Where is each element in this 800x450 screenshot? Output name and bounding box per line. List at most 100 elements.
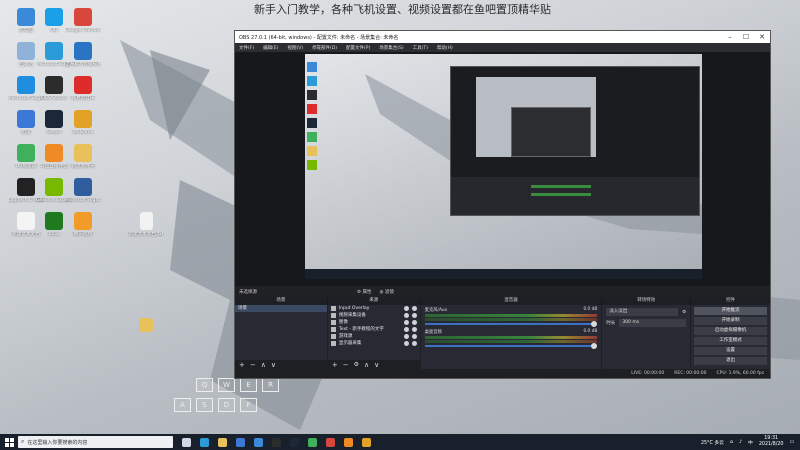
- add-icon[interactable]: +: [239, 361, 245, 369]
- menu-view[interactable]: 视图(V): [287, 45, 303, 51]
- volume-slider[interactable]: [424, 321, 598, 327]
- clock[interactable]: 19:31 2021/8/20: [759, 436, 784, 448]
- lock-icon[interactable]: [411, 334, 417, 339]
- source-label: 图像: [338, 320, 348, 325]
- gear-icon[interactable]: ⚙: [354, 361, 359, 368]
- source-item[interactable]: 视频采集设备: [328, 312, 420, 319]
- source-item[interactable]: 图像: [328, 319, 420, 326]
- taskbar-app-app4[interactable]: [357, 434, 375, 450]
- close-icon[interactable]: ✕: [754, 33, 770, 41]
- source-item[interactable]: 显示器采集: [328, 340, 420, 347]
- control-button[interactable]: 启动虚拟摄像机: [694, 327, 767, 335]
- obs-window[interactable]: OBS 27.0.1 (64-bit, windows) - 配置文件: 未命名…: [234, 30, 771, 379]
- key-overlay: E: [240, 378, 257, 392]
- visibility-icon[interactable]: [403, 327, 409, 332]
- lock-icon[interactable]: [411, 327, 417, 332]
- taskbar-app-app3[interactable]: [339, 434, 357, 450]
- weather[interactable]: 25°C 多云: [701, 439, 724, 446]
- transition-select[interactable]: 淡入淡出: [606, 308, 679, 316]
- properties-button[interactable]: ⚙ 属性: [357, 289, 371, 295]
- menu-scene-collection[interactable]: 场景集合(S): [379, 45, 403, 51]
- taskbar-app-steam[interactable]: [285, 434, 303, 450]
- source-item[interactable]: 游戏源: [328, 333, 420, 340]
- desktop-icon[interactable]: Google Chrome: [65, 8, 101, 34]
- app-icon: [74, 76, 92, 94]
- desktop-icon[interactable]: 上海聚力传媒技术: [65, 42, 101, 68]
- move-up-icon[interactable]: ∧: [364, 361, 369, 369]
- remove-icon[interactable]: −: [343, 361, 349, 369]
- obs-titlebar[interactable]: OBS 27.0.1 (64-bit, windows) - 配置文件: 未命名…: [235, 31, 770, 43]
- lock-icon[interactable]: [411, 313, 417, 318]
- obs-statusbar: LIVE: 00:00:00 REC: 00:00:00 CPU: 1.9%, …: [235, 369, 770, 378]
- input-lang[interactable]: 中: [748, 439, 753, 446]
- source-item[interactable]: Text - 新手教程的文字: [328, 326, 420, 333]
- network-icon[interactable]: ⌂: [730, 440, 733, 445]
- move-up-icon[interactable]: ∧: [261, 361, 266, 369]
- menu-file[interactable]: 文件(F): [239, 45, 254, 51]
- taskbar-app-edge[interactable]: [195, 434, 213, 450]
- app-icon: [45, 42, 63, 60]
- notification-icon[interactable]: ▭: [789, 440, 794, 445]
- control-button[interactable]: 开始录制: [694, 317, 767, 325]
- source-item[interactable]: Input Overlay: [328, 305, 420, 312]
- taskbar-app-task-view[interactable]: [177, 434, 195, 450]
- volume-icon[interactable]: ♪: [739, 440, 742, 445]
- visibility-icon[interactable]: [403, 313, 409, 318]
- taskbar-app-file-explorer[interactable]: [213, 434, 231, 450]
- control-button[interactable]: 开始推流: [694, 307, 767, 315]
- desktop-folder[interactable]: [128, 318, 164, 332]
- visibility-icon[interactable]: [403, 306, 409, 311]
- key-overlay: D: [218, 398, 235, 412]
- source-type-icon: [330, 313, 336, 318]
- control-button[interactable]: 设置: [694, 347, 767, 355]
- desktop-icon-label: WeGame: [72, 130, 94, 135]
- obs-preview[interactable]: [235, 52, 770, 305]
- transitions-header: 转场特效: [602, 297, 691, 305]
- menu-profile[interactable]: 配置文件(P): [346, 45, 370, 51]
- volume-slider[interactable]: [424, 343, 598, 349]
- desktop-icon-label: 网易云音乐: [71, 96, 95, 101]
- control-button[interactable]: 退出: [694, 357, 767, 365]
- visibility-icon[interactable]: [403, 334, 409, 339]
- maximize-icon[interactable]: ☐: [738, 33, 754, 41]
- taskbar-app-app[interactable]: [303, 434, 321, 450]
- scene-item[interactable]: 场景: [235, 305, 327, 312]
- desktop-file[interactable]: 新建文本文档.txt: [128, 212, 164, 238]
- app2-icon: [325, 437, 335, 447]
- taskbar-app-store[interactable]: [231, 434, 249, 450]
- desktop-icon[interactable]: 网易云音乐: [65, 76, 101, 102]
- filters-button[interactable]: ◍ 滤镜: [379, 289, 393, 295]
- move-down-icon[interactable]: ∨: [271, 361, 276, 369]
- preview-canvas: [305, 54, 702, 279]
- taskbar-app-app2[interactable]: [321, 434, 339, 450]
- app-icon: [17, 144, 35, 162]
- menu-help[interactable]: 帮助(H): [437, 45, 453, 51]
- menu-edit[interactable]: 编辑(E): [263, 45, 278, 51]
- windows-icon: [4, 437, 14, 447]
- move-down-icon[interactable]: ∨: [374, 361, 379, 369]
- lock-icon[interactable]: [411, 320, 417, 325]
- desktop-icon[interactable]: 新建文件夹: [65, 144, 101, 170]
- desktop-icon[interactable]: WeGame: [65, 110, 101, 136]
- lock-icon[interactable]: [411, 306, 417, 311]
- taskbar-search[interactable]: ⌕ 在这里输入你要搜索的内容: [18, 436, 173, 448]
- taskbar-app-obs[interactable]: [267, 434, 285, 450]
- scenes-footer: + − ∧ ∨: [235, 360, 327, 369]
- gear-icon[interactable]: ⚙: [682, 310, 686, 315]
- desktop-icon[interactable]: Microsoft Flight Simulator: [65, 178, 101, 204]
- source-type-icon: [330, 306, 336, 311]
- minimize-icon[interactable]: –: [722, 33, 738, 41]
- visibility-icon[interactable]: [403, 320, 409, 325]
- file-icon: [139, 212, 153, 230]
- menu-docks[interactable]: 停靠部件(D): [312, 45, 337, 51]
- start-button[interactable]: [0, 434, 18, 450]
- visibility-icon[interactable]: [403, 341, 409, 346]
- remove-icon[interactable]: −: [250, 361, 256, 369]
- duration-input[interactable]: 300 ms: [619, 319, 687, 327]
- control-button[interactable]: 工作室模式: [694, 337, 767, 345]
- lock-icon[interactable]: [411, 341, 417, 346]
- menu-tools[interactable]: 工具(T): [413, 45, 428, 51]
- add-icon[interactable]: +: [332, 361, 338, 369]
- desktop-icon[interactable]: 腾讯视频: [65, 212, 101, 238]
- taskbar-app-mail[interactable]: [249, 434, 267, 450]
